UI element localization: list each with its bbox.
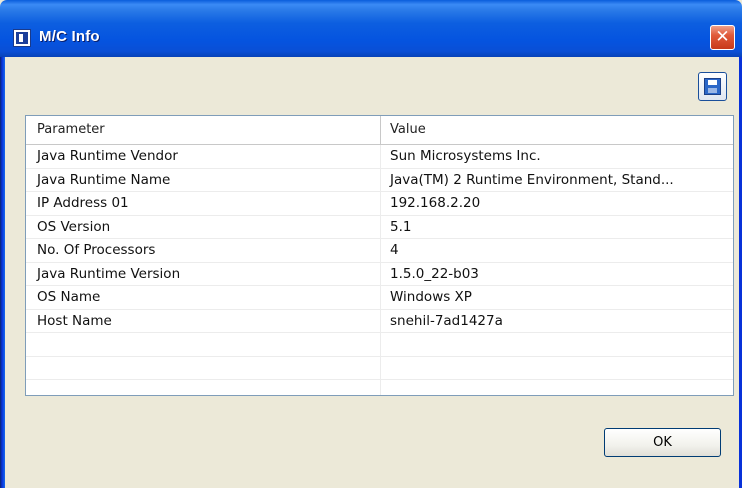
parameter-cell: Host Name bbox=[26, 309, 381, 332]
table-row[interactable]: Java Runtime Version 1.5.0_22-b03 bbox=[26, 262, 733, 286]
table-row[interactable] bbox=[26, 380, 733, 395]
value-cell: Java(TM) 2 Runtime Environment, Stand... bbox=[390, 171, 674, 188]
value-cell: 4 bbox=[390, 242, 399, 258]
column-header-parameter[interactable]: Parameter bbox=[26, 116, 381, 144]
save-icon bbox=[704, 78, 721, 95]
parameter-cell bbox=[26, 333, 381, 356]
parameter-cell: No. Of Processors bbox=[26, 239, 381, 262]
table-row[interactable]: OS Name Windows XP bbox=[26, 286, 733, 310]
save-button[interactable] bbox=[698, 72, 727, 101]
info-table: Parameter Value Java Runtime Vendor Sun M… bbox=[25, 115, 734, 396]
table-row[interactable] bbox=[26, 356, 733, 380]
mc-info-dialog: M/C Info ✕ Parameter Value Java Runtime … bbox=[0, 0, 742, 488]
value-cell bbox=[381, 357, 733, 380]
value-cell: snehil-7ad1427a bbox=[390, 312, 503, 329]
value-cell: 1.5.0_22-b03 bbox=[390, 265, 479, 282]
ok-button[interactable]: OK bbox=[604, 428, 721, 457]
column-header-value[interactable]: Value bbox=[381, 116, 733, 144]
parameter-cell: OS Version bbox=[26, 215, 381, 238]
parameter-cell: Java Runtime Version bbox=[26, 262, 381, 285]
title-bar[interactable]: M/C Info ✕ bbox=[0, 0, 742, 57]
value-cell: 5.1 bbox=[390, 218, 412, 235]
table-row[interactable]: Host Name snehil-7ad1427a bbox=[26, 309, 733, 333]
value-cell: 192.168.2.20 bbox=[390, 195, 481, 211]
table-body: Java Runtime Vendor Sun Microsystems Inc.… bbox=[26, 145, 733, 395]
parameter-cell: Java Runtime Name bbox=[26, 168, 381, 191]
window-frame-left bbox=[0, 57, 5, 488]
parameter-cell bbox=[26, 380, 381, 395]
table-row[interactable]: Java Runtime Name Java(TM) 2 Runtime Envi… bbox=[26, 168, 733, 192]
table-row[interactable] bbox=[26, 333, 733, 357]
window-title: M/C Info bbox=[39, 28, 100, 45]
value-cell bbox=[381, 380, 733, 395]
table-row[interactable]: No. Of Processors 4 bbox=[26, 239, 733, 263]
parameter-cell: IP Address 01 bbox=[26, 192, 381, 215]
parameter-cell: OS Name bbox=[26, 286, 381, 309]
app-icon bbox=[13, 29, 31, 47]
table-row[interactable]: Java Runtime Vendor Sun Microsystems Inc. bbox=[26, 145, 733, 169]
parameter-cell: Java Runtime Vendor bbox=[26, 145, 381, 168]
value-cell bbox=[381, 333, 733, 356]
close-icon: ✕ bbox=[715, 27, 730, 47]
table-header: Parameter Value bbox=[26, 116, 733, 145]
value-cell: Windows XP bbox=[390, 289, 472, 305]
table-row[interactable]: IP Address 01 192.168.2.20 bbox=[26, 192, 733, 216]
value-cell: Sun Microsystems Inc. bbox=[390, 148, 541, 164]
table-row[interactable]: OS Version 5.1 bbox=[26, 215, 733, 239]
close-button[interactable]: ✕ bbox=[710, 25, 735, 50]
parameter-cell bbox=[26, 356, 381, 379]
